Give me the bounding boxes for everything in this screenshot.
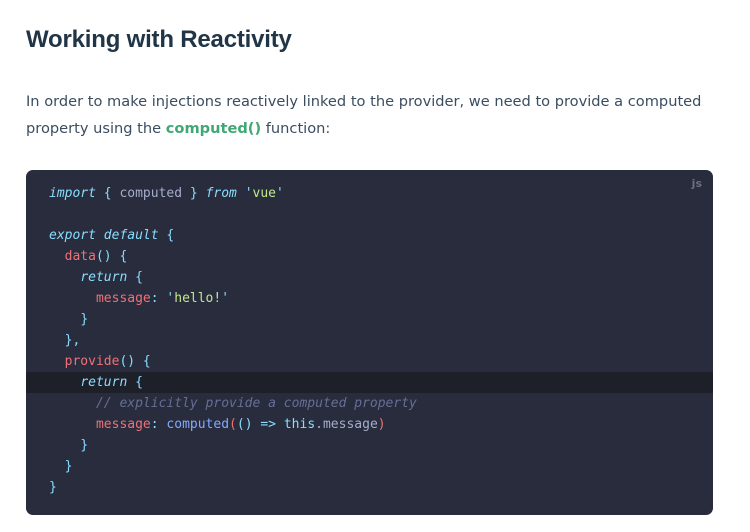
code-line: provide() { — [26, 351, 713, 372]
code-line: export default { — [26, 225, 713, 246]
punctuation-token: } — [80, 438, 89, 453]
keyword-token: from — [205, 186, 237, 201]
code-line: import { computed } from 'vue' — [26, 183, 713, 204]
comment-token: // explicitly provide a computed propert… — [95, 396, 417, 411]
punctuation-token: ' — [276, 186, 284, 201]
keyword-token: default — [103, 228, 159, 243]
code-block: js import { computed } from 'vue' export… — [26, 170, 713, 515]
code-content[interactable]: import { computed } from 'vue' export de… — [26, 183, 713, 498]
property-token: message — [95, 417, 151, 432]
punctuation-token: ' — [221, 291, 230, 306]
identifier-token: computed — [119, 186, 183, 201]
intro-text-before: In order to make injections reactively l… — [26, 93, 702, 137]
section-heading: Working with Reactivity — [26, 26, 292, 53]
property-token: message — [95, 291, 151, 306]
punctuation-token: () { — [119, 354, 151, 369]
punctuation-token: : — [150, 417, 167, 432]
string-token: vue — [252, 186, 277, 201]
computed-function-link[interactable]: computed() — [166, 120, 261, 137]
code-line: } — [26, 309, 713, 330]
code-line: data() { — [26, 246, 713, 267]
punctuation-token: { — [127, 375, 143, 390]
code-line: message: computed(() => this.message) — [26, 414, 713, 435]
plain-token: .message — [315, 417, 378, 432]
paren-token: ) — [377, 417, 386, 432]
keyword-token: export — [49, 228, 96, 243]
method-name-token: data — [64, 249, 96, 264]
punctuation-token: { — [95, 186, 120, 201]
punctuation-token: : — [150, 291, 167, 306]
punctuation-token: } — [64, 459, 73, 474]
keyword-token: import — [49, 186, 96, 201]
keyword-token: return — [80, 375, 128, 390]
this-keyword-token: this — [283, 417, 316, 432]
code-line: }, — [26, 330, 713, 351]
code-line-highlighted: return { — [26, 372, 713, 393]
punctuation-token: { — [158, 228, 175, 243]
punctuation-token: () { — [95, 249, 128, 264]
keyword-token: return — [80, 270, 128, 285]
function-call-token: computed — [166, 417, 230, 432]
code-line: } — [26, 456, 713, 477]
punctuation-token: () => — [236, 417, 284, 432]
code-line: } — [26, 435, 713, 456]
punctuation-token: { — [127, 270, 143, 285]
paren-token: ( — [229, 417, 237, 432]
code-line: message: 'hello!' — [26, 288, 713, 309]
punctuation-token: ' — [244, 186, 253, 201]
docs-page: Working with Reactivity In order to make… — [0, 0, 750, 532]
punctuation-token: } — [49, 480, 57, 495]
method-name-token: provide — [64, 354, 120, 369]
punctuation-token: }, — [64, 333, 81, 348]
intro-text-after: function: — [261, 120, 331, 137]
punctuation-token: } — [182, 186, 206, 201]
punctuation-token: } — [80, 312, 89, 327]
intro-paragraph: In order to make injections reactively l… — [26, 88, 716, 142]
code-line: return { — [26, 267, 713, 288]
code-line: // explicitly provide a computed propert… — [26, 393, 713, 414]
string-token: hello! — [174, 291, 222, 306]
code-line: } — [26, 477, 713, 498]
